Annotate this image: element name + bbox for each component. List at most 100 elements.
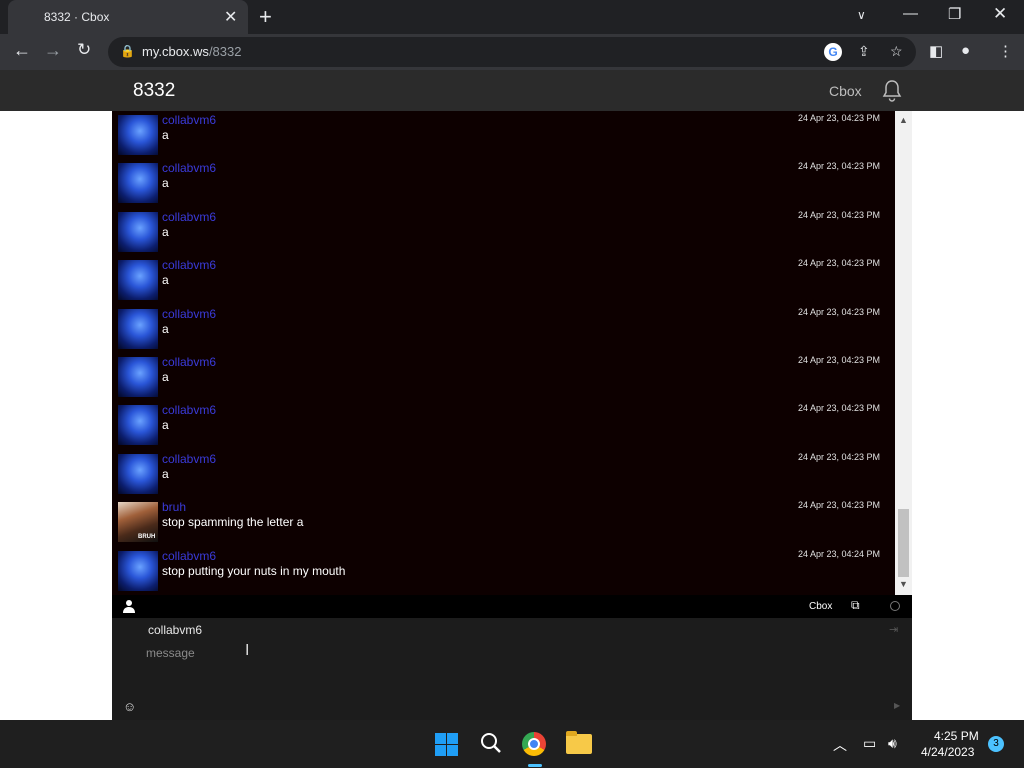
browser-tab[interactable]: 8332 · Cbox ✕ [8,0,248,34]
avatar[interactable] [118,550,158,591]
scroll-up-arrow-icon[interactable]: ▲ [899,115,908,125]
bookmark-star-icon[interactable]: ☆ [890,43,903,60]
message-row: collabvm6 a 24 Apr 23, 04:23 PM [118,258,890,306]
message-row: BRUH bruh stop spamming the letter a 24 Apr… [118,500,890,548]
volume-icon[interactable]: 🔊︎ [888,735,897,752]
avatar[interactable] [118,405,158,446]
avatar[interactable] [118,115,158,155]
emoji-icon[interactable]: ☺ [123,699,136,714]
message-input[interactable] [146,642,846,664]
menu-kebab-icon[interactable]: ⋮ [998,42,1013,60]
message-row: collabvm6 a 24 Apr 23, 04:23 PM [118,161,890,209]
file-explorer-icon[interactable] [566,731,592,754]
minimize-icon[interactable]: — [903,5,918,22]
message-text: a [162,418,169,433]
browser-tab-strip: 8332 · Cbox ✕ + ∨ — ❐ ✕ [0,0,1024,34]
status-circle-icon[interactable] [890,601,900,611]
avatar[interactable] [118,211,158,252]
avatar[interactable] [118,163,158,204]
message-timestamp: 24 Apr 23, 04:24 PM [797,548,880,559]
scroll-down-arrow-icon[interactable]: ▼ [899,579,908,589]
message-username[interactable]: collabvm6 [162,403,216,417]
new-tab-icon[interactable]: + [259,4,272,30]
back-icon[interactable]: ← [13,40,31,61]
message-row: collabvm6 a 24 Apr 23, 04:23 PM [118,355,890,403]
message-scrollbar[interactable]: ▲ ▼ [895,111,912,595]
message-username[interactable]: collabvm6 [162,452,216,466]
message-timestamp: 24 Apr 23, 04:23 PM [797,355,880,365]
site-header: 8332 Cbox [0,70,1024,111]
message-row: collabvm6 a 24 Apr 23, 04:23 PM [118,113,890,161]
avatar[interactable] [118,357,158,397]
sign-in-icon[interactable]: ⇥ [889,623,898,636]
windows-taskbar: ︿ ▭ 🔊︎ 4:25 PM 4/24/2023 3 [0,720,1024,768]
tab-search-chevron-icon[interactable]: ∨ [857,8,866,22]
avatar[interactable] [118,453,158,494]
avatar[interactable] [118,308,158,349]
message-timestamp: 24 Apr 23, 04:23 PM [797,209,880,220]
message-timestamp: 24 Apr 23, 04:23 PM [797,451,880,462]
forward-icon[interactable]: → [44,40,62,61]
send-arrow-icon[interactable]: ▶ [894,701,900,710]
message-row: collabvm6 a 24 Apr 23, 04:23 PM [118,307,890,355]
tray-chevron-up-icon[interactable]: ︿ [833,735,847,755]
message-text: a [162,224,169,239]
restore-icon[interactable]: ❐ [948,5,961,23]
site-title: 8332 [133,80,176,101]
notification-count-badge[interactable]: 3 [988,736,1004,752]
reload-icon[interactable]: ↻ [77,40,91,60]
message-row: collabvm6 a 24 Apr 23, 04:23 PM [118,403,890,451]
chrome-taskbar-icon[interactable] [522,732,546,756]
message-text: stop putting your nuts in my mouth [162,563,346,578]
profile-icon[interactable]: ● [961,42,970,59]
text-cursor-icon: I [245,642,250,659]
avatar-caption: BRUH [138,534,156,541]
message-composer: collabvm6 ⇥ I ☺ ▶ [112,618,912,720]
message-text: a [162,321,169,336]
cbox-link[interactable]: Cbox [829,83,862,99]
active-app-indicator [528,764,542,767]
address-bar[interactable]: 🔒 my.cbox.ws/8332 G ⇪ ☆ [108,37,916,67]
message-timestamp: 24 Apr 23, 04:23 PM [797,161,880,172]
message-username[interactable]: collabvm6 [162,355,216,369]
message-username[interactable]: collabvm6 [162,210,216,224]
share-icon[interactable]: ⇪ [858,43,870,60]
taskbar-date[interactable]: 4/24/2023 [921,745,974,759]
message-username[interactable]: collabvm6 [162,549,216,563]
user-icon[interactable] [123,599,135,613]
message-text: a [162,273,169,288]
external-link-icon[interactable]: ⧉ [851,598,860,613]
notification-bell-icon[interactable] [880,79,904,103]
message-text: stop spamming the letter a [162,515,304,530]
tab-close-icon[interactable]: ✕ [224,7,237,27]
chat-toolbar: Cbox ⧉ [112,595,912,618]
message-list[interactable]: collabvm6 a 24 Apr 23, 04:23 PM collabvm6 a 2… [112,111,895,595]
side-panel-icon[interactable]: ◧ [929,42,943,60]
url-text[interactable]: my.cbox.ws/8332 [142,44,241,59]
composer-username[interactable]: collabvm6 [148,623,202,637]
message-text: a [162,370,169,384]
avatar[interactable] [118,260,158,301]
windows-start-icon[interactable] [435,733,458,756]
message-username[interactable]: collabvm6 [162,161,216,175]
network-icon[interactable]: ▭ [863,735,876,752]
close-window-icon[interactable]: ✕ [993,4,1007,24]
message-timestamp: 24 Apr 23, 04:23 PM [797,113,880,123]
message-username[interactable]: bruh [162,500,186,514]
message-username[interactable]: collabvm6 [162,113,216,127]
taskbar-time[interactable]: 4:25 PM [934,729,979,743]
message-timestamp: 24 Apr 23, 04:23 PM [797,500,880,511]
lock-icon[interactable]: 🔒 [120,44,135,58]
message-row: collabvm6 a 24 Apr 23, 04:23 PM [118,452,890,500]
message-row: collabvm6 a 24 Apr 23, 04:23 PM [118,210,890,258]
message-timestamp: 24 Apr 23, 04:23 PM [797,403,880,414]
avatar[interactable]: BRUH [118,502,158,543]
message-username[interactable]: collabvm6 [162,258,216,272]
browser-toolbar: ← → ↻ 🔒 my.cbox.ws/8332 G ⇪ ☆ ◧ ● ⋮ [0,34,1024,70]
message-username[interactable]: collabvm6 [162,307,216,321]
message-text: a [162,466,169,481]
search-icon[interactable] [480,732,502,754]
scroll-thumb[interactable] [898,509,909,577]
google-lens-icon[interactable]: G [824,43,842,61]
cbox-footer-link[interactable]: Cbox [809,601,832,612]
